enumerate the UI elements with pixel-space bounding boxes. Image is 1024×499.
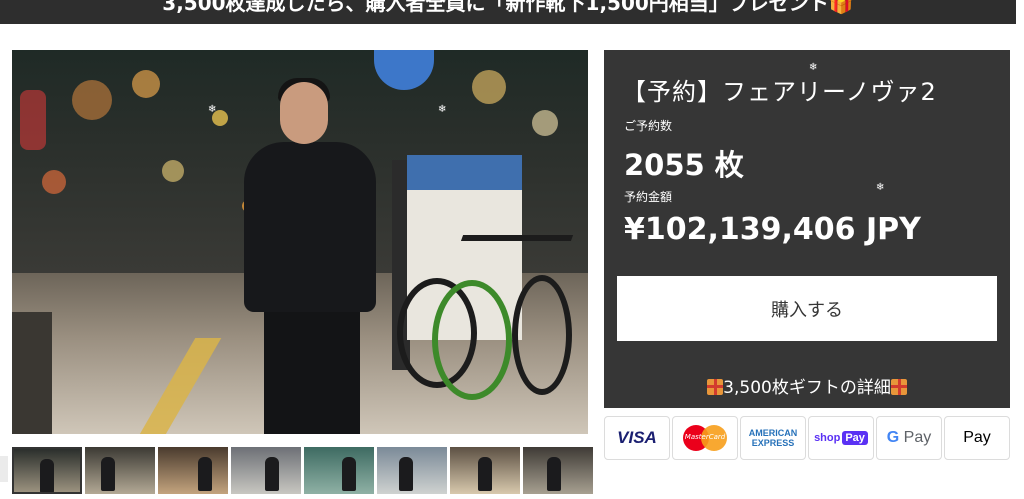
- thumbnail-4[interactable]: [231, 447, 301, 494]
- model-jacket: [244, 142, 376, 312]
- reservations-label: ご予約数: [624, 119, 673, 133]
- model-head: [280, 82, 328, 144]
- gift-details-text: 3,500枚ギフトの詳細: [723, 378, 891, 398]
- reservations-count: 2055 枚: [624, 148, 744, 182]
- product-main-image[interactable]: ❄ ❄: [12, 50, 588, 434]
- shop-pay-icon: shop Pay: [808, 416, 874, 460]
- gift-icon: [707, 379, 724, 395]
- amex-icon: AMERICAN EXPRESS: [740, 416, 806, 460]
- thumbnail-strip: [12, 447, 593, 494]
- product-title: 【予約】フェアリーノヴァ2: [622, 78, 937, 106]
- apple-pay-icon: Pay: [944, 416, 1010, 460]
- thumbnail-5[interactable]: [304, 447, 374, 494]
- visa-icon: VISA: [604, 416, 670, 460]
- gift-details-link[interactable]: 3,500枚ギフトの詳細: [604, 373, 1010, 398]
- reservation-amount-label: 予約金額: [624, 190, 673, 204]
- model-legs: [264, 305, 360, 434]
- buy-button[interactable]: 購入する: [617, 276, 997, 341]
- mastercard-icon: MasterCard: [672, 416, 738, 460]
- thumbnail-1[interactable]: [12, 447, 82, 494]
- promo-banner-text: 3,500枚達成したら、購入者全員に「新作靴下1,500円相当」プレゼント🎁: [162, 0, 854, 15]
- promo-banner: 3,500枚達成したら、購入者全員に「新作靴下1,500円相当」プレゼント🎁: [0, 0, 1016, 24]
- thumbnail-2[interactable]: [85, 447, 155, 494]
- reservation-amount: ¥102,139,406 JPY: [624, 212, 921, 247]
- thumbnail-scroll-left[interactable]: [0, 456, 8, 482]
- google-pay-icon: G Pay: [876, 416, 942, 460]
- gift-icon: [890, 379, 907, 395]
- thumbnail-3[interactable]: [158, 447, 228, 494]
- thumbnail-8[interactable]: [523, 447, 593, 494]
- product-info-panel: 【予約】フェアリーノヴァ2 ご予約数 2055 枚 予約金額 ¥102,139,…: [604, 50, 1010, 408]
- thumbnail-7[interactable]: [450, 447, 520, 494]
- thumbnail-6[interactable]: [377, 447, 447, 494]
